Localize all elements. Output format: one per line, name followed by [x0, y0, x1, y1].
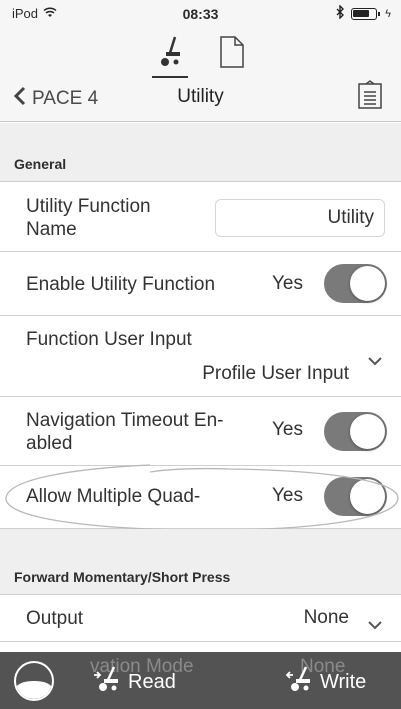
read-button[interactable]: Read — [92, 665, 176, 699]
row-label: Enable Utility Function — [26, 274, 216, 295]
section-header-forward: Forward Momentary/Short Press — [0, 529, 401, 595]
row-label: Navigation Timeout En-abled — [26, 410, 224, 454]
chevron-down-icon[interactable] — [367, 614, 383, 636]
tab-document[interactable] — [212, 34, 252, 74]
wheelchair-write-icon — [284, 665, 314, 699]
navigation-timeout-toggle[interactable] — [324, 412, 387, 451]
page-title: Utility — [177, 86, 224, 107]
row-allow-multiple-quad: Allow Multiple Quad- Yes — [0, 466, 401, 529]
document-icon — [219, 35, 245, 73]
bottom-toolbar: vation Mode None Read Write — [0, 652, 401, 709]
wheelchair-joystick-icon — [155, 35, 185, 74]
wheelchair-read-icon — [92, 665, 122, 699]
row-user-input: Function User Input Profile User Input — [0, 316, 401, 397]
section-title: General — [14, 156, 67, 172]
write-label: Write — [320, 670, 367, 693]
toggle-state-label: Yes — [272, 273, 303, 294]
bluetooth-icon — [336, 4, 345, 22]
navigation-bar: PACE 4 Utility — [0, 28, 401, 122]
row-function-name: Utility Function Name Utility — [0, 182, 401, 252]
row-label: Output — [26, 608, 84, 629]
profile-icon — [16, 681, 52, 699]
row-label: Utility Function Name — [26, 196, 151, 240]
row-enable-utility: Enable Utility Function Yes — [0, 252, 401, 316]
enable-utility-toggle[interactable] — [324, 264, 387, 303]
clipboard-button[interactable] — [355, 80, 385, 110]
tab-switcher — [0, 34, 401, 78]
toggle-state-label: Yes — [272, 419, 303, 440]
row-label: Allow Multiple Quad- — [26, 486, 201, 507]
user-input-dropdown[interactable]: Profile User Input — [202, 363, 349, 385]
tab-chair-settings[interactable] — [150, 34, 190, 78]
function-name-input[interactable]: Utility — [215, 199, 385, 237]
toggle-knob — [350, 414, 385, 449]
section-title: Forward Momentary/Short Press — [14, 569, 231, 585]
toggle-state-label: Yes — [272, 485, 303, 506]
allow-multiple-quad-toggle[interactable] — [324, 477, 387, 516]
read-label: Read — [128, 670, 176, 693]
section-header-general: General — [0, 123, 401, 182]
row-label: Function User Input — [26, 329, 192, 350]
row-output: Output None — [0, 595, 401, 642]
toggle-knob — [350, 479, 385, 514]
battery-icon — [351, 7, 381, 20]
row-navigation-timeout: Navigation Timeout En-abled Yes — [0, 397, 401, 466]
status-bar: iPod 08:33 ϟ — [0, 0, 401, 28]
output-dropdown[interactable]: None — [304, 607, 349, 629]
toggle-knob — [350, 266, 385, 301]
charging-icon: ϟ — [385, 7, 391, 20]
profile-button[interactable] — [14, 661, 54, 701]
write-button[interactable]: Write — [284, 665, 366, 699]
chevron-down-icon[interactable] — [367, 350, 383, 372]
clipboard-icon — [355, 80, 385, 114]
